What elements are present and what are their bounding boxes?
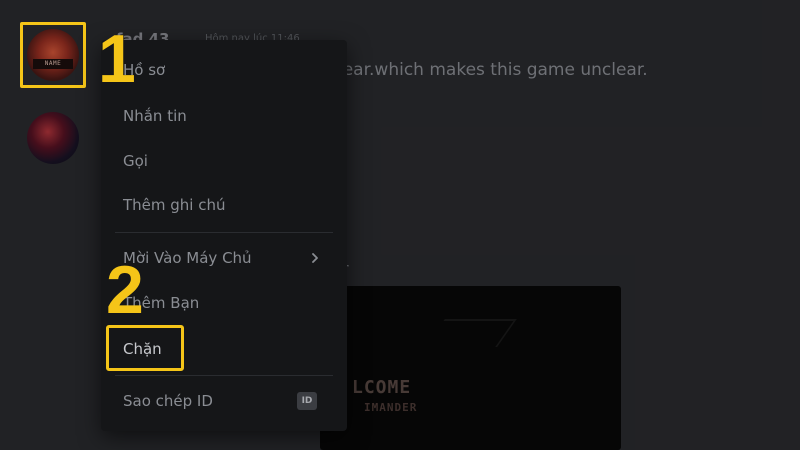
block-highlight-box [106,325,184,371]
menu-divider [115,232,333,233]
step-number-1: 1 [98,21,136,97]
menu-item-label: Thêm ghi chú [123,196,226,214]
menu-item-call[interactable]: Gọi [109,144,339,178]
menu-item-label: Sao chép ID [123,392,213,410]
menu-item-label: Nhắn tin [123,107,187,125]
menu-item-copy-id[interactable]: Sao chép ID ID [109,384,339,418]
menu-item-label: Gọi [123,152,148,170]
avatar-highlight-box [20,22,86,88]
id-badge-icon: ID [297,392,317,410]
menu-item-add-note[interactable]: Thêm ghi chú [109,188,339,222]
chevron-right-icon [312,253,318,263]
user-context-menu: Hồ sơ Nhắn tin Gọi Thêm ghi chú Mời Vào … [101,40,347,431]
menu-divider [115,375,333,376]
menu-item-profile[interactable]: Hồ sơ [109,53,339,87]
menu-item-message[interactable]: Nhắn tin [109,99,339,133]
step-number-2: 2 [106,252,144,328]
